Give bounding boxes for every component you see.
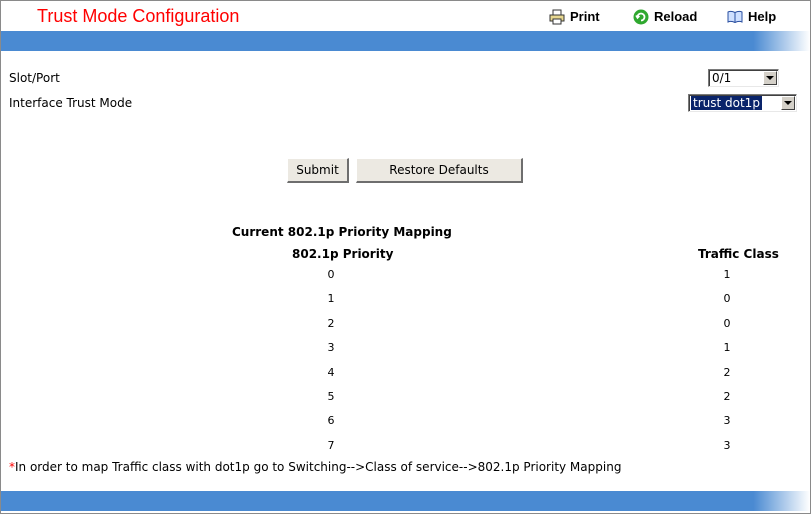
traffic-class-cell: 0 bbox=[723, 317, 731, 330]
chevron-down-icon[interactable] bbox=[763, 71, 777, 85]
header-divider-bar bbox=[1, 31, 810, 51]
priority-cell: 3 bbox=[327, 341, 335, 354]
slot-port-select[interactable]: 0/1 bbox=[708, 69, 779, 87]
reload-button[interactable]: Reload bbox=[633, 8, 697, 25]
footnote-text: In order to map Traffic class with dot1p… bbox=[15, 460, 622, 474]
footnote: *In order to map Traffic class with dot1… bbox=[9, 460, 621, 474]
help-button[interactable]: Help bbox=[727, 8, 776, 25]
priority-cell: 7 bbox=[327, 439, 335, 452]
page-title: Trust Mode Configuration bbox=[37, 6, 240, 26]
print-label: Print bbox=[570, 9, 600, 24]
traffic-class-cell: 3 bbox=[723, 414, 731, 427]
trust-mode-select[interactable]: trust dot1p bbox=[688, 94, 797, 112]
submit-button[interactable]: Submit bbox=[287, 158, 349, 183]
traffic-class-column-header: Traffic Class bbox=[698, 247, 779, 261]
restore-defaults-button[interactable]: Restore Defaults bbox=[356, 158, 523, 183]
reload-icon bbox=[633, 9, 649, 25]
traffic-class-cell: 0 bbox=[723, 292, 731, 305]
traffic-class-cell: 3 bbox=[723, 439, 731, 452]
chevron-down-icon[interactable] bbox=[781, 96, 795, 110]
priority-column-header: 802.1p Priority bbox=[292, 247, 394, 261]
printer-icon bbox=[549, 9, 565, 25]
mapping-title: Current 802.1p Priority Mapping bbox=[232, 225, 452, 239]
slot-port-label: Slot/Port bbox=[9, 71, 60, 85]
help-book-icon bbox=[727, 9, 743, 25]
priority-cell: 4 bbox=[327, 366, 335, 379]
help-label: Help bbox=[748, 9, 777, 24]
traffic-class-cell: 1 bbox=[723, 341, 731, 354]
traffic-class-cell: 1 bbox=[723, 268, 731, 281]
trust-mode-value: trust dot1p bbox=[691, 96, 762, 110]
priority-cell: 6 bbox=[327, 414, 335, 427]
print-button[interactable]: Print bbox=[549, 8, 600, 25]
priority-cell: 2 bbox=[327, 317, 335, 330]
trust-mode-label: Interface Trust Mode bbox=[9, 96, 133, 110]
traffic-class-cell: 2 bbox=[723, 390, 731, 403]
traffic-class-cell: 2 bbox=[723, 366, 731, 379]
priority-cell: 0 bbox=[327, 268, 335, 281]
priority-cell: 5 bbox=[327, 390, 335, 403]
reload-label: Reload bbox=[654, 9, 698, 24]
slot-port-value: 0/1 bbox=[712, 71, 732, 85]
footer-bar bbox=[1, 491, 810, 511]
priority-cell: 1 bbox=[327, 292, 335, 305]
top-toolbar: Trust Mode Configuration Print Reload He… bbox=[1, 1, 810, 31]
